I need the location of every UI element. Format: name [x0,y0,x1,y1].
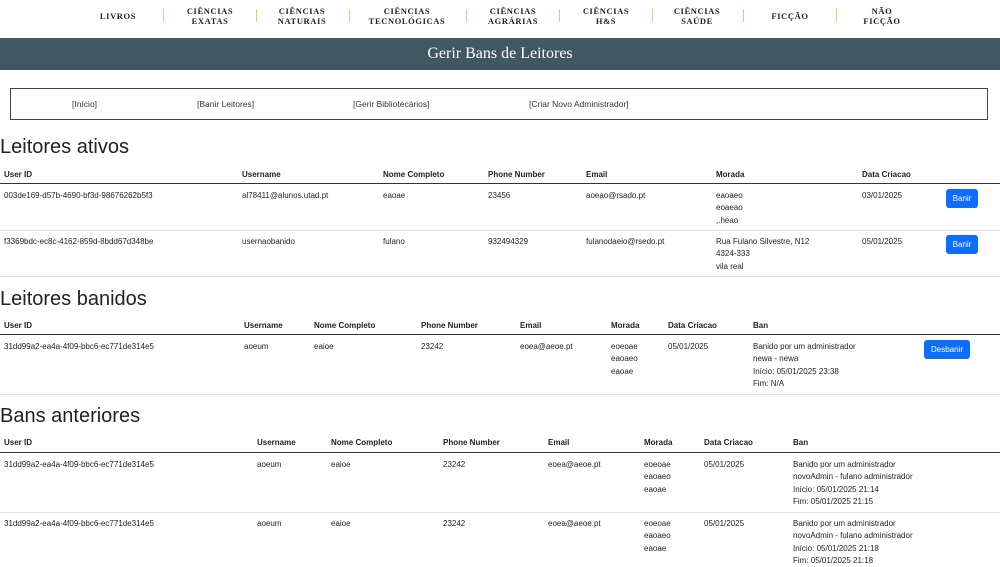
cell-user-id: 31dd99a2-ea4a-4f09-bbc6-ec771de314e5 [4,519,154,528]
column-header: User ID [4,438,33,447]
column-header: User ID [4,321,33,330]
column-header: Nome Completo [383,170,445,179]
cell-nome: eaioe [331,519,351,528]
admin-links-panel: [Início] [Banir Leitores] [Gerir Bibliot… [10,88,988,120]
section-title-anteriores: Bans anteriores [0,405,141,427]
nav-ciencias-saude[interactable]: CIÊNCIAS SAÚDE [667,2,727,30]
nav-ficcao[interactable]: FICÇÃO [760,2,820,30]
column-header: Ban [753,321,769,330]
cell-email: eoea@aeoe.pt [520,342,573,351]
cell-user-id: 31dd99a2-ea4a-4f09-bbc6-ec771de314e5 [4,460,154,469]
column-header: Username [244,321,283,330]
column-header: Data Criacao [862,170,911,179]
cell-data-criacao: 05/01/2025 [862,237,903,246]
column-header: Morada [644,438,673,447]
cell-email: eoea@aeoe.pt [548,519,601,528]
cell-data-criacao: 05/01/2025 [704,460,745,469]
banir-button[interactable]: Banir [946,235,978,254]
cell-user-id: 31dd99a2-ea4a-4f09-bbc6-ec771de314e5 [4,342,154,351]
cell-user-id: f3369bdc-ec8c-4162-859d-8bdd67d348be [4,237,154,246]
cell-data-criacao: 05/01/2025 [668,342,709,351]
row-divider [0,394,1000,395]
banir-button[interactable]: Banir [946,189,978,208]
column-header: Phone Number [488,170,545,179]
desbanir-button[interactable]: Desbanir [924,340,970,359]
nav-ciencias-tecnologicas[interactable]: CIÊNCIAS TECNOLÓGICAS [362,2,452,30]
cell-morada: eaoaeo eoaeao ,.heao [716,191,743,225]
column-header: Morada [716,170,745,179]
cell-phone: 23242 [443,519,466,528]
cell-username: aoeum [257,460,282,469]
column-header: Username [242,170,281,179]
column-header: Email [520,321,542,330]
cell-phone: 23242 [443,460,466,469]
column-header: Phone Number [443,438,500,447]
column-header: Data Criacao [704,438,753,447]
row-divider [0,512,1000,513]
nav-separator [743,9,744,22]
nav-ciencias-naturais[interactable]: CIÊNCIAS NATURAIS [272,2,332,30]
link-criar-administrador[interactable]: [Criar Novo Administrador] [529,99,629,109]
column-header: Email [586,170,608,179]
row-divider [0,230,1000,231]
cell-phone: 23242 [421,342,444,351]
column-header: Morada [611,321,640,330]
cell-morada: Rua Fulano Silvestre, N12 4324-333 vila … [716,237,810,271]
cell-data-criacao: 03/01/2025 [862,191,903,200]
cell-email: aoeao@rsado.pt [586,191,646,200]
link-gerir-bibliotecarios[interactable]: [Gerir Bibliotecários] [353,99,430,109]
nav-separator [349,9,350,22]
nav-separator [466,9,467,22]
row-divider [0,276,1000,277]
link-banir-leitores[interactable]: [Banir Leitores] [197,99,254,109]
cell-username: aoeum [244,342,269,351]
nav-separator [652,9,653,22]
cell-ban-info: Banido por um administrador novoAdmin - … [793,519,913,565]
nav-ciencias-hs[interactable]: CIÊNCIAS H&S [576,2,636,30]
column-header: Phone Number [421,321,478,330]
cell-username: usernaobanido [242,237,295,246]
nav-ciencias-agrarias[interactable]: CIÊNCIAS AGRÁRIAS [482,2,544,30]
cell-nome: eaioe [331,460,351,469]
top-navigation: LIVROS CIÊNCIAS EXATAS CIÊNCIAS NATURAIS… [0,0,1000,38]
cell-user-id: 003de169-d57b-4690-bf3d-98676262b5f3 [4,191,153,200]
cell-nome: eaoae [383,191,406,200]
cell-ban-info: Banido por um administrador newa - newa … [753,342,856,388]
column-header: Username [257,438,296,447]
column-header: Data Criacao [668,321,717,330]
cell-email: eoea@aeoe.pt [548,460,601,469]
page-title: Gerir Bans de Leitores [0,38,1000,70]
nav-nao-ficcao[interactable]: NÃO FICÇÃO [852,2,912,30]
table-header-divider [0,183,1000,184]
link-inicio[interactable]: [Início] [72,99,97,109]
cell-morada: eoeoae eaoaeo eaoae [611,342,638,376]
cell-username: al78411@alunos.utad.pt [242,191,329,200]
column-header: Nome Completo [331,438,393,447]
table-header-divider [0,334,1000,335]
cell-username: aoeum [257,519,282,528]
cell-morada: eoeoae eaoaeo eaoae [644,519,671,553]
cell-morada: eoeoae eaoaeo eaoae [644,460,671,494]
cell-phone: 23456 [488,191,511,200]
column-header: Email [548,438,570,447]
nav-separator [836,9,837,22]
column-header: Nome Completo [314,321,376,330]
nav-separator [256,9,257,22]
nav-livros[interactable]: LIVROS [93,2,143,30]
cell-nome: fulano [383,237,405,246]
cell-ban-info: Banido por um administrador novoAdmin - … [793,460,913,506]
column-header: User ID [4,170,33,179]
cell-email: fulanodaeio@rsedo.pt [586,237,665,246]
nav-ciencias-exatas[interactable]: CIÊNCIAS EXATAS [180,2,240,30]
nav-separator [559,9,560,22]
table-header-divider [0,452,1000,453]
section-title-banidos: Leitores banidos [0,288,147,310]
section-title-ativos: Leitores ativos [0,136,129,158]
cell-data-criacao: 05/01/2025 [704,519,745,528]
cell-phone: 932494329 [488,237,529,246]
nav-separator [163,9,164,22]
cell-nome: eaioe [314,342,334,351]
column-header: Ban [793,438,809,447]
